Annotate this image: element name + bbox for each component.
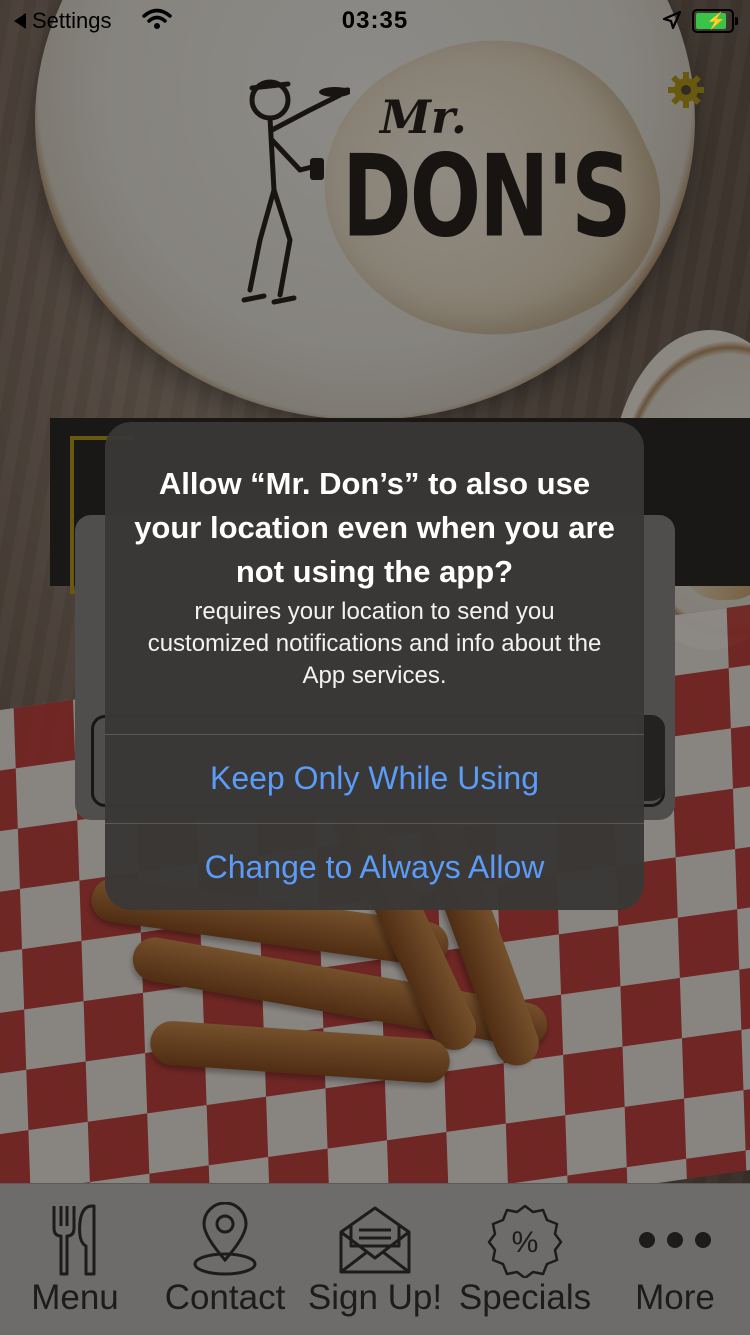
- alert-message: requires your location to send you custo…: [147, 598, 602, 689]
- fork-knife-icon: [52, 1204, 96, 1276]
- tab-label: Specials: [458, 1278, 592, 1317]
- keep-only-while-using-button[interactable]: Keep Only While Using: [105, 734, 644, 822]
- tab-specials[interactable]: % Specials: [450, 1184, 600, 1335]
- location-arrow-icon: [662, 10, 682, 30]
- envelope-icon: [339, 1206, 411, 1274]
- more-dots-icon: [639, 1232, 711, 1248]
- tab-label: More: [635, 1278, 715, 1317]
- change-to-always-allow-button[interactable]: Change to Always Allow: [105, 823, 644, 910]
- tab-label: Sign Up!: [307, 1278, 443, 1317]
- tab-more[interactable]: More: [600, 1184, 750, 1335]
- clock: 03:35: [341, 7, 409, 34]
- percent-badge-icon: %: [487, 1204, 563, 1278]
- alert-title: Allow “Mr. Don’s” to also use your locat…: [134, 466, 615, 589]
- tab-sign-up[interactable]: Sign Up!: [300, 1184, 450, 1335]
- svg-text:%: %: [512, 1226, 539, 1259]
- tab-label: Contact: [164, 1278, 286, 1317]
- tab-contact[interactable]: Contact: [150, 1184, 300, 1335]
- battery-icon: ⚡: [692, 9, 738, 33]
- tab-menu[interactable]: Menu: [0, 1184, 150, 1335]
- tab-label: Menu: [31, 1278, 119, 1317]
- status-bar: Settings 03:35 ⚡: [0, 0, 750, 40]
- location-permission-alert: Allow “Mr. Don’s” to also use your locat…: [105, 422, 644, 910]
- bottom-tab-bar: Menu Contact Sign Up! % Specials More: [0, 1183, 750, 1335]
- location-pin-icon: [193, 1202, 257, 1276]
